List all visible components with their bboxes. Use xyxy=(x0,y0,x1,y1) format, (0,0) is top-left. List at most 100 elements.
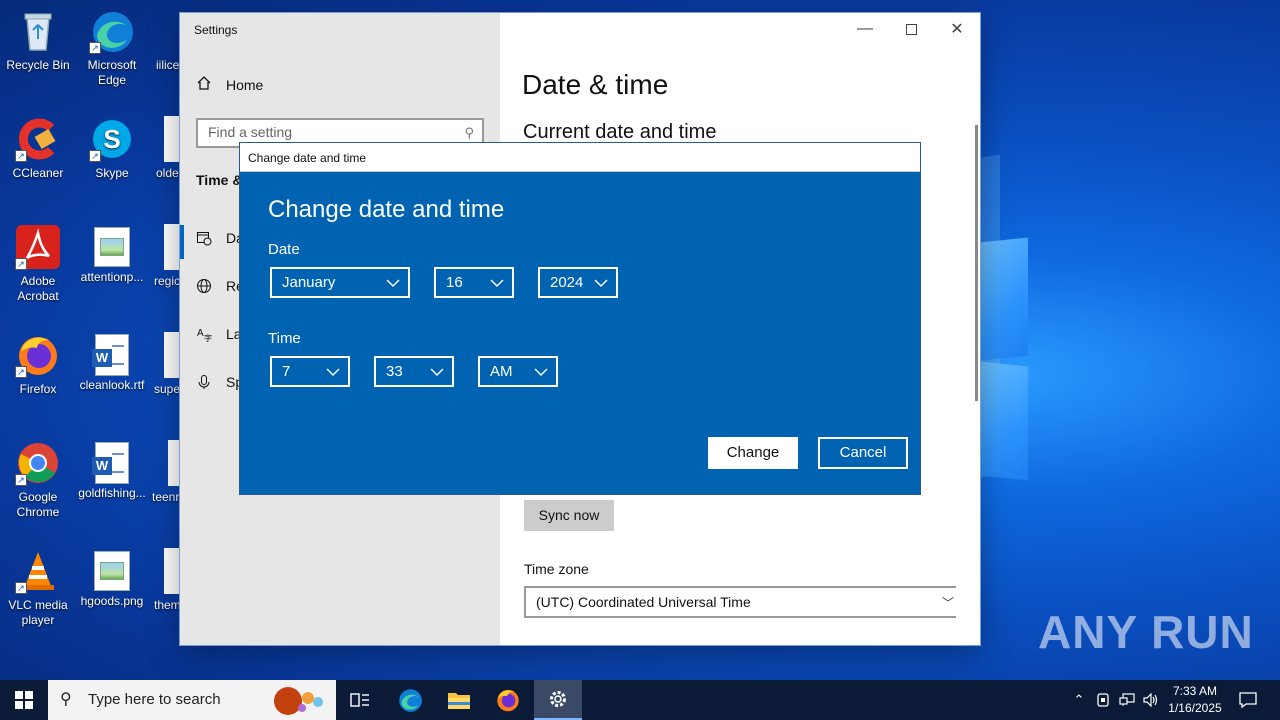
cancel-button[interactable]: Cancel xyxy=(818,437,908,469)
year-dropdown[interactable]: 2024 xyxy=(538,267,618,298)
desktop-icon-partial[interactable]: regic xyxy=(142,224,182,289)
search-icon: ⚲ xyxy=(60,691,72,708)
desktop-icon-label: hgoods.png xyxy=(80,594,144,608)
sync-now-button[interactable]: Sync now xyxy=(524,500,614,531)
desktop-icon-vlc[interactable]: ↗ VLC media player xyxy=(0,548,76,628)
desktop-icon-label: regic xyxy=(154,274,181,288)
taskbar-settings[interactable] xyxy=(534,680,582,720)
taskbar-search-box[interactable]: ⚲ Type here to search xyxy=(48,680,336,720)
settings-titlebar: Settings — ✕ xyxy=(180,13,980,45)
shortcut-arrow-icon: ↗ xyxy=(15,474,27,486)
task-view-button[interactable] xyxy=(336,680,384,720)
taskbar-search-placeholder: Type here to search xyxy=(88,691,221,708)
desktop-icon-cleanlook[interactable]: W cleanlook.rtf xyxy=(74,332,150,393)
content-scrollbar[interactable] xyxy=(975,125,978,401)
word-document-icon: W xyxy=(92,334,129,376)
time-zone-label: Time zone xyxy=(524,561,589,577)
nav-item-speech[interactable]: Sp xyxy=(196,372,243,392)
desktop-icon-label: supe xyxy=(154,382,181,396)
desktop-icon-label: Skype xyxy=(95,166,129,180)
maximize-button[interactable] xyxy=(888,13,934,45)
desktop-icon-label: Microsoft Edge xyxy=(87,58,137,87)
date-label: Date xyxy=(268,241,300,258)
nav-category-heading: Time & xyxy=(196,172,243,188)
desktop-icon-hgoods[interactable]: hgoods.png xyxy=(74,548,150,609)
hour-dropdown[interactable]: 7 xyxy=(270,356,350,387)
device-icon xyxy=(1097,693,1109,707)
desktop-icon-ccleaner[interactable]: ↗ CCleaner xyxy=(0,116,76,181)
chevron-down-icon xyxy=(386,279,400,288)
chevron-down-icon xyxy=(594,279,608,288)
edge-icon xyxy=(399,689,422,712)
start-button[interactable] xyxy=(0,680,48,720)
tray-security-icon[interactable] xyxy=(1092,680,1114,720)
search-icon: ⚲ xyxy=(464,125,474,140)
time-zone-dropdown[interactable]: (UTC) Coordinated Universal Time ﹀ xyxy=(524,586,956,618)
desktop-icon-label: cleanlook.rtf xyxy=(79,378,145,392)
desktop-icon-google-chrome[interactable]: ↗ Google Chrome xyxy=(0,440,76,520)
folder-icon xyxy=(448,693,470,709)
desktop-icon-partial[interactable]: supe xyxy=(142,332,182,397)
minimize-button[interactable]: — xyxy=(842,13,888,45)
desktop-icon-label: VLC media player xyxy=(8,598,68,627)
desktop-icon-label: Firefox xyxy=(19,382,57,396)
desktop-icon-adobe-acrobat[interactable]: ↗ Adobe Acrobat xyxy=(0,224,76,304)
shortcut-arrow-icon: ↗ xyxy=(89,150,101,162)
taskbar-clock[interactable]: 7:33 AM 1/16/2025 xyxy=(1160,683,1230,717)
minute-dropdown[interactable]: 33 xyxy=(374,356,454,387)
desktop-icon-microsoft-edge[interactable]: ↗ Microsoft Edge xyxy=(74,8,150,88)
acrobat-icon: ↗ xyxy=(15,224,61,270)
tray-volume-icon[interactable] xyxy=(1140,680,1162,720)
shortcut-arrow-icon: ↗ xyxy=(15,150,27,162)
watermark-text: ANY RUN xyxy=(1038,606,1254,658)
desktop-icon-label: olde xyxy=(156,166,179,180)
desktop-icon-recycle-bin[interactable]: Recycle Bin xyxy=(0,8,76,73)
nav-home[interactable]: Home xyxy=(196,75,263,94)
desktop-icon-partial[interactable]: olde xyxy=(142,116,182,181)
desktop-icon-label: attentionp... xyxy=(80,270,144,284)
anyrun-watermark: ANY RUN xyxy=(1038,605,1254,659)
firefox-icon: ↗ xyxy=(15,332,61,378)
nav-item-region[interactable]: Re xyxy=(196,276,244,296)
month-dropdown[interactable]: January xyxy=(270,267,410,298)
desktop-icon-firefox[interactable]: ↗ Firefox xyxy=(0,332,76,397)
taskbar-edge[interactable] xyxy=(386,680,434,720)
nav-item-date-time[interactable]: Da xyxy=(196,228,244,248)
close-icon: ✕ xyxy=(950,21,964,38)
close-button[interactable]: ✕ xyxy=(934,13,980,45)
search-highlight-icon xyxy=(274,687,323,715)
desktop-icon-goldfishing[interactable]: W goldfishing... xyxy=(74,440,150,501)
time-label: Time xyxy=(268,330,301,347)
skype-icon: S ↗ xyxy=(89,116,135,162)
show-hidden-icons-button[interactable]: ⌃ xyxy=(1068,680,1090,720)
action-center-button[interactable] xyxy=(1234,680,1262,720)
search-placeholder: Find a setting xyxy=(208,124,293,140)
edge-icon: ↗ xyxy=(89,8,135,54)
day-dropdown[interactable]: 16 xyxy=(434,267,514,298)
desktop-icon-attentionp[interactable]: attentionp... xyxy=(74,224,150,285)
desktop-icon-partial[interactable]: them xyxy=(142,548,182,613)
taskbar-file-explorer[interactable] xyxy=(435,680,483,720)
change-button[interactable]: Change xyxy=(708,437,798,469)
desktop-icon-skype[interactable]: S ↗ Skype xyxy=(74,116,150,181)
desktop-icon-partial[interactable]: iilice xyxy=(142,8,182,73)
image-file-icon xyxy=(94,551,130,591)
gear-icon xyxy=(550,691,566,707)
microphone-icon xyxy=(196,374,212,390)
ampm-dropdown[interactable]: AM xyxy=(478,356,558,387)
language-icon: A字 xyxy=(196,326,212,342)
year-value: 2024 xyxy=(550,274,584,291)
nav-item-language[interactable]: A字 La xyxy=(196,324,242,344)
tray-network-icon[interactable] xyxy=(1116,680,1138,720)
minute-value: 33 xyxy=(386,363,403,380)
chevron-down-icon: ﹀ xyxy=(941,596,954,610)
taskbar-firefox[interactable] xyxy=(484,680,532,720)
dialog-window-title: Change date and time xyxy=(248,151,367,165)
desktop-icon-partial[interactable]: teenr xyxy=(142,440,182,505)
shortcut-arrow-icon: ↗ xyxy=(89,42,101,54)
desktop-icon-label: goldfishing... xyxy=(78,486,146,500)
clock-time: 7:33 AM xyxy=(1172,684,1218,698)
svg-text:A: A xyxy=(197,328,204,339)
taskbar: ⚲ Type here to search ⌃ 7:33 AM 1/16/202… xyxy=(0,680,1280,720)
shortcut-arrow-icon: ↗ xyxy=(15,258,27,270)
